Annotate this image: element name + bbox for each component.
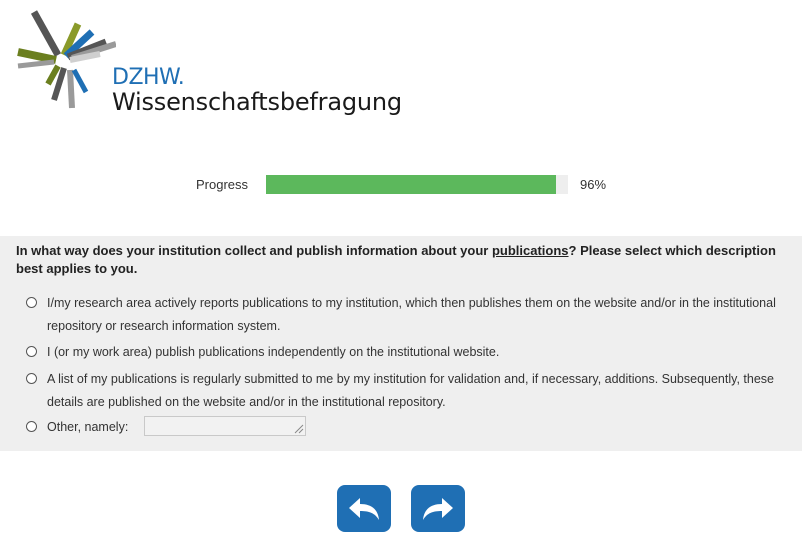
option-label: I/my research area actively reports publ…	[47, 296, 776, 333]
option-label: I (or my work area) publish publications…	[47, 345, 500, 359]
question-panel: In what way does your institution collec…	[0, 236, 802, 451]
option-label: A list of my publications is regularly s…	[47, 372, 774, 409]
option-publish-independently[interactable]: I (or my work area) publish publications…	[26, 341, 796, 364]
logo-name: Wissenschaftsbefragung	[112, 88, 402, 116]
resize-grip-icon[interactable]	[292, 422, 304, 434]
other-text-field[interactable]	[144, 416, 306, 436]
option-reports-publications[interactable]: I/my research area actively reports publ…	[26, 292, 796, 338]
radio-button[interactable]	[26, 346, 37, 357]
publications-link[interactable]: publications	[492, 243, 569, 258]
logo-burst-icon	[17, 10, 116, 109]
progress-value: 96%	[580, 177, 607, 192]
radio-button[interactable]	[26, 373, 37, 384]
radio-button[interactable]	[26, 421, 37, 432]
dzhw-logo: DZHW. Wissenschaftsbefragung	[16, 8, 402, 118]
option-other[interactable]: Other, namely:	[26, 416, 796, 439]
option-list-submitted[interactable]: A list of my publications is regularly s…	[26, 368, 796, 414]
question-text: In what way does your institution collec…	[16, 243, 776, 276]
progress-label: Progress	[196, 177, 249, 192]
progress-bar-fill	[266, 175, 556, 194]
next-button[interactable]	[411, 485, 465, 532]
back-button[interactable]	[337, 485, 391, 532]
radio-button[interactable]	[26, 297, 37, 308]
progress-bar	[266, 175, 568, 194]
logo-abbreviation: DZHW.	[112, 65, 185, 90]
undo-arrow-icon	[349, 497, 379, 520]
redo-arrow-icon	[423, 497, 453, 520]
